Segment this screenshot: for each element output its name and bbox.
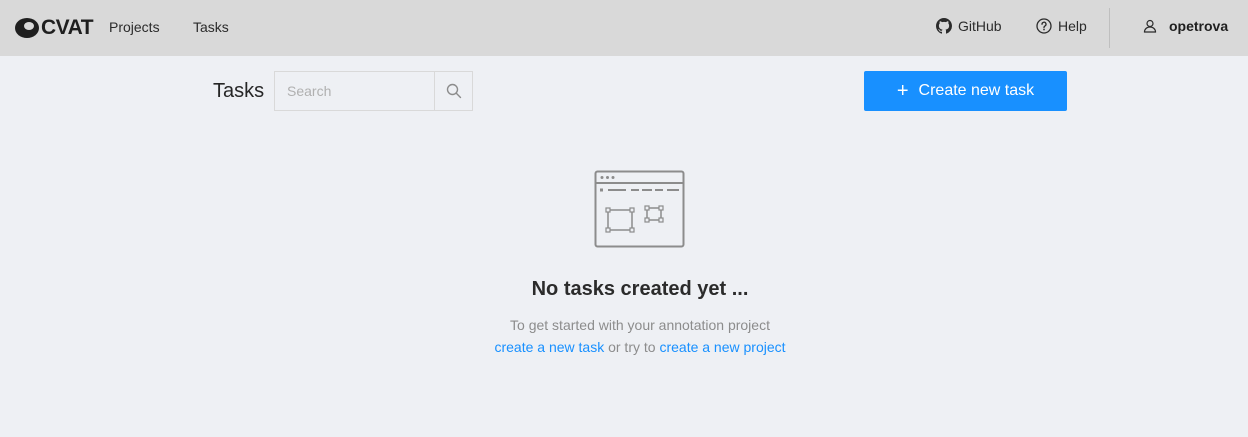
nav-projects[interactable]: Projects	[109, 19, 160, 35]
top-bar: CVAT Projects Tasks GitHub Help opetrova	[0, 0, 1248, 56]
user-icon	[1143, 19, 1157, 33]
help-link[interactable]: Help	[1036, 18, 1087, 34]
search-icon	[446, 83, 461, 99]
question-circle-icon	[1036, 18, 1052, 34]
cvat-logo[interactable]: CVAT	[14, 16, 94, 40]
github-label: GitHub	[958, 18, 1002, 34]
create-task-link[interactable]: create a new task	[494, 339, 604, 355]
help-label: Help	[1058, 18, 1087, 34]
github-link[interactable]: GitHub	[936, 18, 1002, 34]
cvat-eye-icon	[15, 18, 39, 38]
create-new-task-label: Create new task	[918, 82, 1035, 99]
empty-state-title: No tasks created yet ...	[531, 278, 749, 300]
search-input[interactable]	[275, 72, 434, 110]
header-divider	[1109, 8, 1110, 48]
user-menu[interactable]: opetrova	[1143, 18, 1228, 34]
page-title: Tasks	[213, 80, 265, 102]
plus-icon: +	[896, 80, 909, 102]
create-new-task-button[interactable]: + Create new task	[864, 71, 1067, 111]
username: opetrova	[1169, 18, 1229, 34]
search-button[interactable]	[434, 72, 472, 110]
create-project-link[interactable]: create a new project	[659, 339, 785, 355]
empty-state-subtitle: To get started with your annotation proj…	[510, 317, 770, 333]
empty-tasks-icon	[594, 170, 685, 248]
nav-tasks[interactable]: Tasks	[193, 19, 229, 35]
empty-state-links: create a new task or try to create a new…	[0, 339, 1248, 355]
search-box	[274, 71, 473, 111]
github-icon	[936, 18, 952, 34]
logo-text: CVAT	[41, 16, 94, 39]
links-middle-text: or try to	[608, 339, 656, 355]
